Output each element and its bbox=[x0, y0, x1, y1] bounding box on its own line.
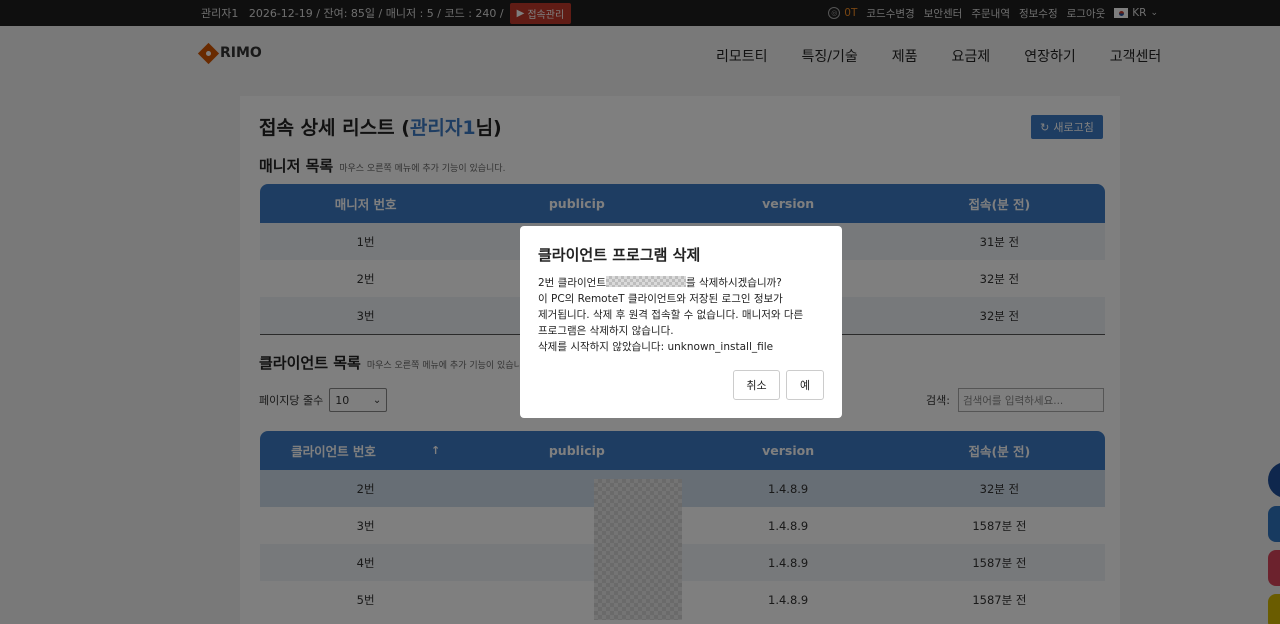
redacted-client-name bbox=[605, 276, 686, 287]
dialog-line-1: 2번 클라이언트 를 삭제하시겠습니까? bbox=[538, 276, 782, 289]
dialog-line-3: 제거됩니다. 삭제 후 원격 접속할 수 없습니다. 매니저와 다른 bbox=[538, 309, 804, 321]
dialog-line-2: 이 PC의 RemoteT 클라이언트와 저장된 로그인 정보가 bbox=[538, 293, 783, 305]
dialog-line-4: 프로그램은 삭제하지 않습니다. bbox=[538, 325, 674, 337]
confirm-button[interactable]: 예 bbox=[786, 370, 824, 400]
dialog-title: 클라이언트 프로그램 삭제 bbox=[538, 246, 701, 264]
cancel-button[interactable]: 취소 bbox=[733, 370, 780, 400]
dialog-body: 2번 클라이언트 를 삭제하시겠습니까? 이 PC의 RemoteT 클라이언트와… bbox=[538, 275, 828, 355]
delete-client-dialog: 클라이언트 프로그램 삭제 2번 클라이언트 를 삭제하시겠습니까? 이 PC의 … bbox=[520, 226, 842, 418]
dialog-line-5: 삭제를 시작하지 않았습니다: unknown_install_file bbox=[538, 341, 774, 353]
